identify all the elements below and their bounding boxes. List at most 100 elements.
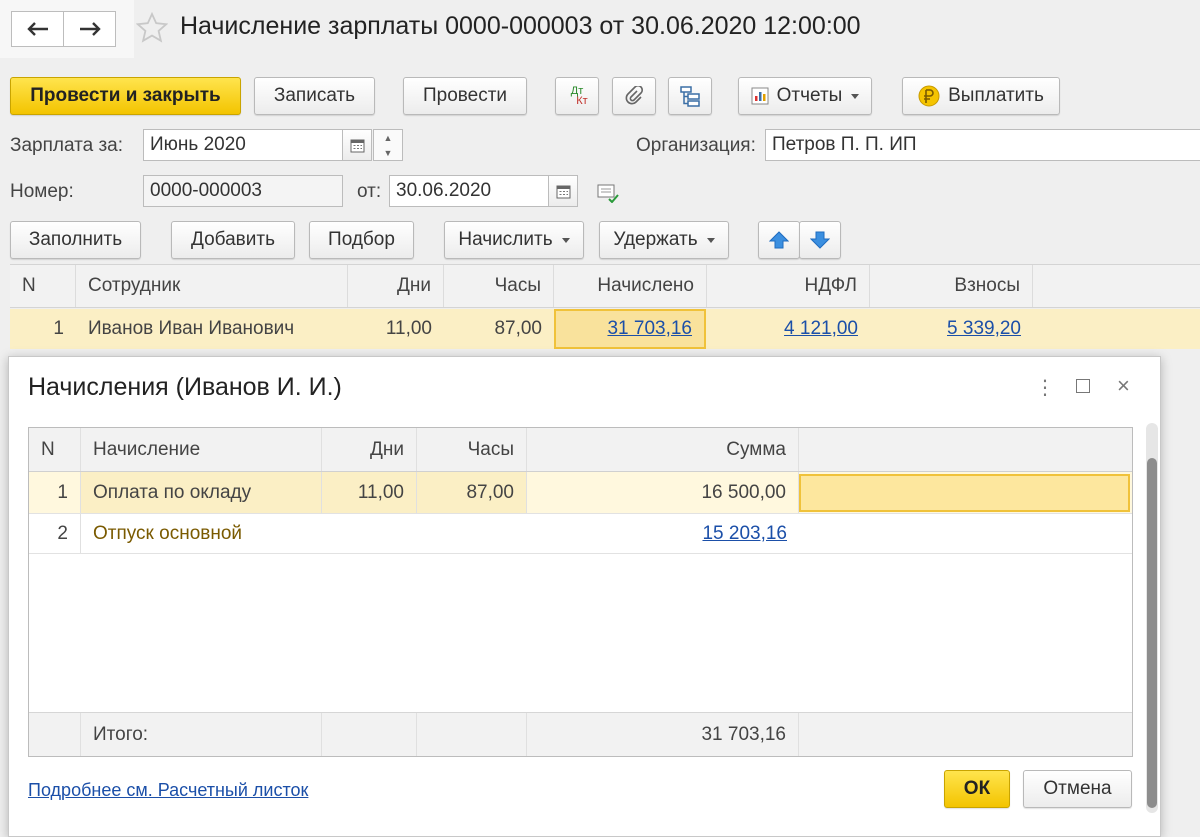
- move-up-button[interactable]: [758, 221, 800, 259]
- payslip-link[interactable]: Подробнее см. Расчетный листок: [28, 780, 308, 801]
- select-button[interactable]: Подбор: [309, 221, 414, 259]
- chevron-down-icon: [561, 237, 570, 243]
- row-accrued-cell[interactable]: 31 703,16: [554, 309, 706, 349]
- arrow-left-icon: [26, 22, 48, 36]
- maximize-icon[interactable]: [1076, 379, 1090, 393]
- accruals-dialog: Начисления (Иванов И. И.) ⋮ × N Начислен…: [8, 356, 1161, 837]
- pay-button[interactable]: Выплатить: [902, 77, 1060, 115]
- col-n[interactable]: N: [10, 265, 76, 307]
- cancel-button[interactable]: Отмена: [1023, 770, 1132, 808]
- row-hours: 87,00: [494, 318, 542, 339]
- report-chart-icon: [751, 87, 769, 105]
- totals-row: Итого: 31 703,16: [29, 712, 1132, 756]
- calendar-icon: [556, 185, 570, 198]
- more-menu-icon[interactable]: ⋮: [1035, 375, 1055, 400]
- row-n: 2: [29, 514, 81, 553]
- date-calendar-button[interactable]: [548, 175, 578, 207]
- vacation-sum-link[interactable]: 15 203,16: [702, 523, 787, 545]
- kt-icon-label: Кт: [576, 95, 588, 107]
- save-button[interactable]: Записать: [254, 77, 375, 115]
- col-days[interactable]: Дни: [348, 265, 444, 307]
- col-accrued[interactable]: Начислено: [554, 265, 707, 307]
- row-accrual-name: Оплата по окладу: [81, 472, 322, 513]
- col-sum[interactable]: Сумма: [527, 428, 799, 471]
- accrue-button[interactable]: Начислить: [444, 221, 584, 259]
- row-days: 11,00: [322, 472, 417, 513]
- ndfl-link[interactable]: 4 121,00: [784, 318, 858, 340]
- organization-field[interactable]: Петров П. П. ИП: [765, 129, 1200, 161]
- accruals-table: N Начисление Дни Часы Сумма 1 Оплата по …: [28, 427, 1133, 757]
- col-ndfl[interactable]: НДФЛ: [707, 265, 870, 307]
- total-hours-cell: [417, 713, 527, 756]
- add-button[interactable]: Добавить: [171, 221, 295, 259]
- arrow-right-icon: [79, 22, 101, 36]
- col-n[interactable]: N: [29, 428, 81, 471]
- post-button[interactable]: Провести: [403, 77, 527, 115]
- fill-button[interactable]: Заполнить: [10, 221, 141, 259]
- row-sum: 16 500,00: [527, 472, 799, 513]
- structure-button[interactable]: [668, 77, 712, 115]
- accrued-link[interactable]: 31 703,16: [607, 318, 692, 340]
- total-days-cell: [322, 713, 417, 756]
- org-label: Организация:: [636, 135, 756, 156]
- scrollbar-thumb[interactable]: [1147, 458, 1157, 808]
- reports-button[interactable]: Отчеты: [738, 77, 872, 115]
- comment-icon[interactable]: [597, 183, 619, 203]
- dialog-title: Начисления (Иванов И. И.): [28, 373, 342, 401]
- ruble-coin-icon: [918, 85, 940, 107]
- arrow-down-icon: [810, 231, 830, 249]
- hierarchy-icon: [680, 86, 700, 107]
- row-employee: Иванов Иван Иванович: [88, 318, 295, 339]
- reports-label: Отчеты: [776, 85, 843, 106]
- row-sum-cell[interactable]: 15 203,16: [527, 514, 799, 553]
- star-icon[interactable]: [136, 12, 168, 44]
- col-days[interactable]: Дни: [322, 428, 417, 471]
- attach-button[interactable]: [612, 77, 656, 115]
- withhold-button[interactable]: Удержать: [599, 221, 729, 259]
- chevron-down-icon: [706, 237, 715, 243]
- row-n: 1: [29, 472, 81, 513]
- month-spinner[interactable]: ▲ ▼: [373, 129, 403, 161]
- row-days: 11,00: [385, 318, 432, 339]
- total-sum: 31 703,16: [527, 713, 799, 756]
- total-label: Итого:: [81, 713, 322, 756]
- table-row[interactable]: 1 Иванов Иван Иванович 11,00 87,00 31 70…: [10, 309, 1200, 349]
- back-button[interactable]: [11, 11, 64, 47]
- table-row[interactable]: 1 Оплата по окладу 11,00 87,00 16 500,00: [29, 472, 1132, 514]
- salary-month-field[interactable]: Июнь 2020: [143, 129, 343, 161]
- total-n-cell: [29, 713, 81, 756]
- contrib-link[interactable]: 5 339,20: [947, 318, 1021, 340]
- paperclip-icon: [625, 86, 644, 105]
- post-and-close-button[interactable]: Провести и закрыть: [10, 77, 241, 115]
- chevron-down-icon: [851, 93, 860, 99]
- row-accrual-name: Отпуск основной: [93, 522, 243, 544]
- accruals-header: N Начисление Дни Часы Сумма: [29, 428, 1132, 472]
- row-days: [322, 514, 417, 553]
- col-contrib[interactable]: Взносы: [870, 265, 1033, 307]
- dtkt-button[interactable]: Дт Кт: [555, 77, 599, 115]
- withhold-label: Удержать: [613, 229, 698, 250]
- calendar-button[interactable]: [342, 129, 372, 161]
- number-label: Номер:: [10, 181, 74, 202]
- ok-button[interactable]: ОК: [944, 770, 1010, 808]
- spin-up-icon[interactable]: ▲: [374, 130, 402, 145]
- spin-down-icon[interactable]: ▼: [374, 145, 402, 160]
- date-field[interactable]: 30.06.2020: [389, 175, 549, 207]
- accrue-label: Начислить: [458, 229, 553, 250]
- col-accrual[interactable]: Начисление: [81, 428, 322, 471]
- scrollbar[interactable]: [1146, 423, 1158, 813]
- row-contrib-cell[interactable]: 5 339,20: [870, 309, 1033, 349]
- row-active-cell[interactable]: [799, 474, 1130, 512]
- row-hours: 87,00: [417, 472, 527, 513]
- calendar-icon: [350, 139, 364, 152]
- salary-for-label: Зарплата за:: [10, 135, 124, 156]
- col-hours[interactable]: Часы: [444, 265, 554, 307]
- table-row[interactable]: 2 Отпуск основной 15 203,16: [29, 514, 1132, 554]
- col-employee[interactable]: Сотрудник: [76, 265, 348, 307]
- close-icon[interactable]: ×: [1117, 373, 1130, 399]
- col-hours[interactable]: Часы: [417, 428, 527, 471]
- number-field[interactable]: 0000-000003: [143, 175, 343, 207]
- row-ndfl-cell[interactable]: 4 121,00: [707, 309, 870, 349]
- move-down-button[interactable]: [799, 221, 841, 259]
- forward-button[interactable]: [63, 11, 116, 47]
